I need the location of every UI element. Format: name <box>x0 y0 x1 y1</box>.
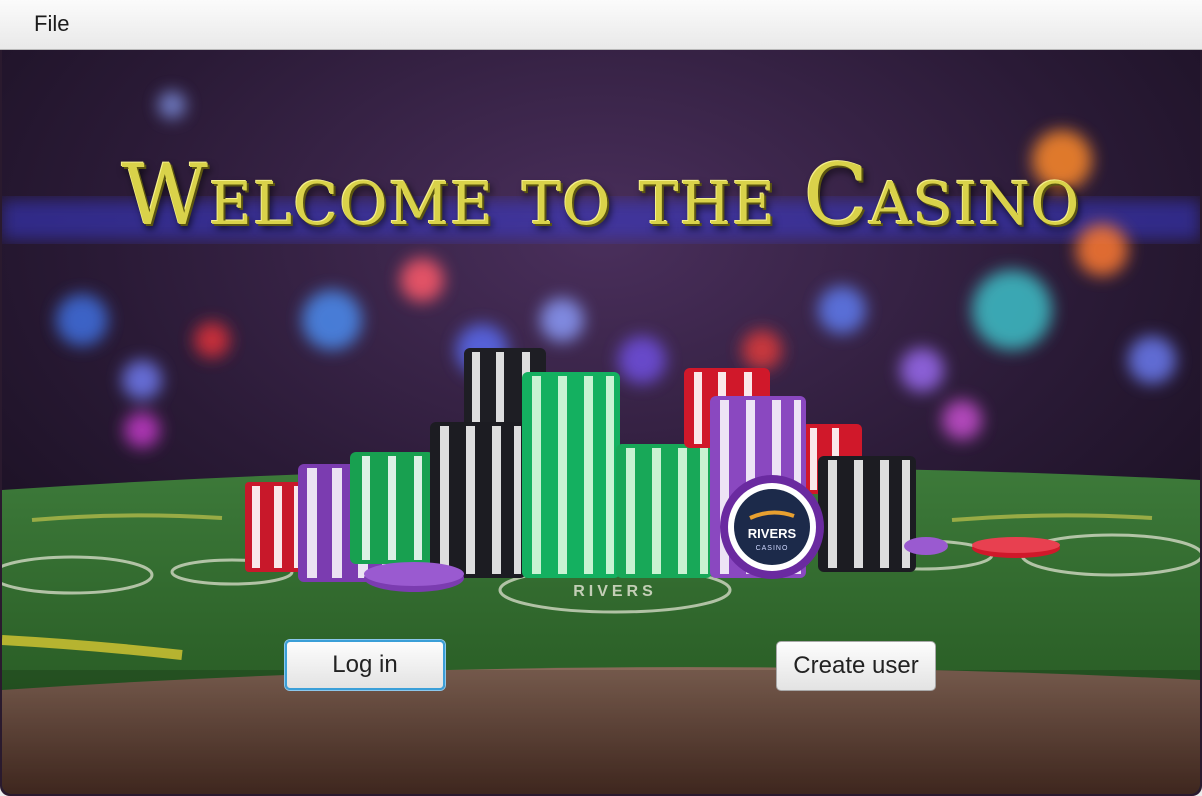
casino-background-image: RIVERS RIVERS CASINO Welcome to the Casi… <box>2 50 1200 794</box>
table-logo-text: RIVERS <box>573 583 657 600</box>
menu-file[interactable]: File <box>26 10 77 38</box>
chip-brand-text: RIVERS <box>748 526 797 541</box>
welcome-title: Welcome to the Casino <box>121 146 1081 244</box>
chip-sub-text: CASINO <box>756 545 789 552</box>
login-button[interactable]: Log in <box>285 640 445 690</box>
create-user-button[interactable]: Create user <box>776 641 936 691</box>
casino-window: File RIVERS RIVERS CASINO Welcome to the… <box>0 0 1202 796</box>
menu-bar: File <box>0 0 1202 50</box>
rivers-chip: RIVERS CASINO <box>720 475 824 579</box>
